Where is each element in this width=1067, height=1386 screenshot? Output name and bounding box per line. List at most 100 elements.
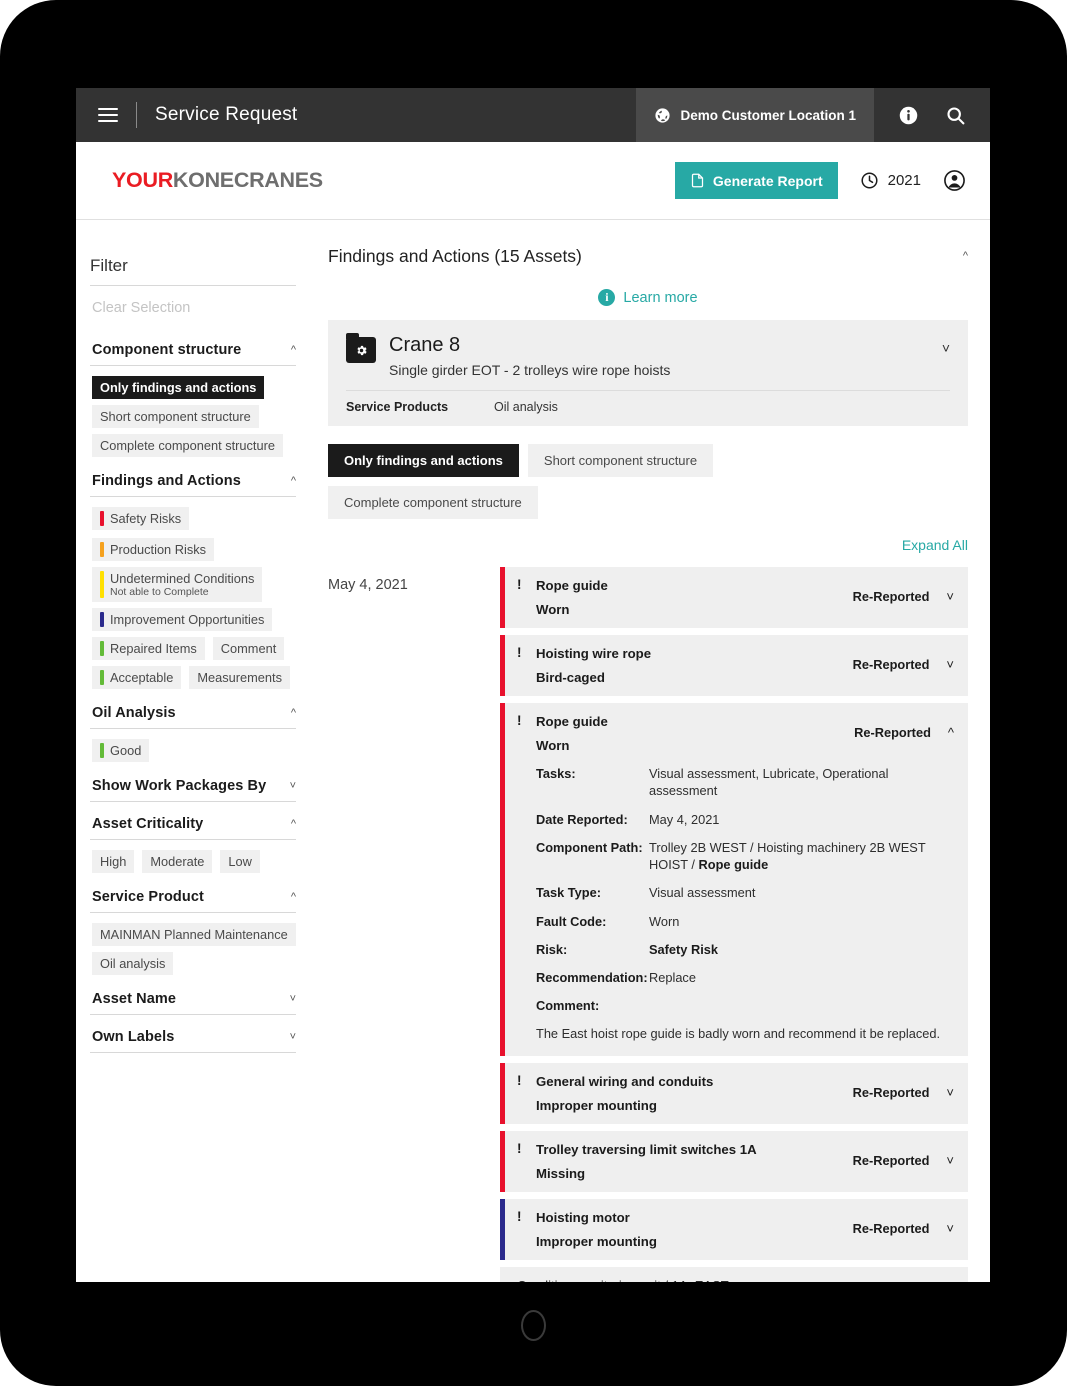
chevron-up-icon[interactable]: ^ <box>291 707 296 719</box>
filter-section-asset-name[interactable]: Asset Name ˅ <box>90 977 314 1014</box>
page-title: Service Request <box>155 104 298 125</box>
chevron-down-icon[interactable]: ˅ <box>946 1221 954 1236</box>
top-bar-icons <box>874 88 990 142</box>
filter-chip[interactable]: Improvement Opportunities <box>92 608 273 631</box>
filter-chip-label: Complete component structure <box>100 438 275 453</box>
finding-detail-key: Component Path: <box>536 839 643 855</box>
chevron-up-icon[interactable]: ^ <box>291 344 296 356</box>
filter-chip[interactable]: Oil analysis <box>92 952 174 975</box>
finding-reported-status: Re-Reported <box>852 589 930 604</box>
finding-texts: ! Hoisting wire rope Bird-caged <box>517 646 853 685</box>
chip-color-bar <box>100 571 104 598</box>
search-icon[interactable] <box>945 105 966 126</box>
finding-card[interactable]: ! Hoisting wire rope Bird-caged Re-Reported… <box>500 635 968 696</box>
clear-selection-button[interactable]: Clear Selection <box>90 286 314 328</box>
chevron-up-icon[interactable]: ^ <box>291 891 296 903</box>
chevron-down-icon[interactable]: ˅ <box>946 1153 954 1168</box>
expand-all-link[interactable]: Expand All <box>902 537 968 553</box>
tab-label: Complete component structure <box>344 495 522 510</box>
filter-chip[interactable]: Production Risks <box>92 538 215 561</box>
chevron-down-icon[interactable]: ˅ <box>290 993 296 1005</box>
chevron-down-icon[interactable]: ˅ <box>290 1031 296 1043</box>
home-button[interactable] <box>521 1310 546 1341</box>
finding-status: Improper mounting <box>536 1097 657 1113</box>
tab-2[interactable]: Short component structure <box>527 444 714 477</box>
filter-chips-oil-analysis: Good <box>90 729 314 764</box>
filter-section-findings-and-actions[interactable]: Findings and Actions ^ <box>90 459 314 496</box>
finding-card-main: Condition monitoring unit / 1A. EASTMeas… <box>517 1278 954 1282</box>
asset-card-rule <box>346 390 950 391</box>
top-bar-divider <box>136 102 137 128</box>
filter-chip[interactable]: Repaired Items <box>92 637 205 660</box>
tab-1[interactable]: Only findings and actions <box>328 444 519 477</box>
filter-chip[interactable]: Low <box>220 850 260 873</box>
finding-title: General wiring and conduits <box>536 1073 714 1089</box>
filter-section-component-structure[interactable]: Component structure ^ <box>90 328 314 365</box>
filter-chip[interactable]: Acceptable <box>92 666 182 689</box>
tab-3[interactable]: Complete component structure <box>328 486 538 519</box>
detail-value-text: Trolley 2B WEST / Hoisting machinery 2B … <box>649 839 926 873</box>
finding-title: Condition monitoring unit / 1A. EAST <box>517 1278 729 1282</box>
filter-chip[interactable]: Comment <box>212 637 285 660</box>
filter-section-own-labels[interactable]: Own Labels ˅ <box>90 1015 314 1052</box>
generate-report-label: Generate Report <box>712 172 823 189</box>
findings-header[interactable]: Findings and Actions (15 Assets) ^ <box>328 246 968 267</box>
finding-reported-status: Re-Reported <box>854 725 931 740</box>
filter-chip-label: High <box>100 854 127 869</box>
filter-chip[interactable]: High <box>92 850 135 873</box>
finding-actions: Re-Reported ˅ <box>853 1142 954 1168</box>
filter-section-show-work-packages-by[interactable]: Show Work Packages By ˅ <box>90 764 314 801</box>
filter-chip[interactable]: Safety Risks <box>92 507 190 530</box>
chevron-up-icon[interactable]: ^ <box>963 251 968 262</box>
finding-date <box>328 1267 500 1282</box>
chevron-down-icon[interactable]: ˅ <box>946 657 954 672</box>
filter-chip[interactable]: Only findings and actions <box>92 376 265 399</box>
finding-card[interactable]: ! General wiring and conduits Improper mou… <box>500 1062 968 1124</box>
top-app-bar: Service Request Demo Customer Location 1 <box>76 88 990 142</box>
filter-section-service-product[interactable]: Service Product ^ <box>90 875 314 912</box>
location-selector[interactable]: Demo Customer Location 1 <box>636 88 874 142</box>
finding-card[interactable]: Condition monitoring unit / 1A. EASTMeas… <box>500 1266 968 1282</box>
filter-chip[interactable]: Complete component structure <box>92 434 283 457</box>
finding-detail-row: Component Path: Trolley 2B WEST / Hoistin… <box>536 839 954 874</box>
chevron-down-icon[interactable]: ˅ <box>946 589 954 604</box>
finding-date <box>328 635 500 696</box>
filter-chip[interactable]: Short component structure <box>92 405 259 428</box>
filter-chip[interactable]: Undetermined Conditions Not able to Compl… <box>92 567 263 602</box>
chevron-down-icon[interactable]: ˅ <box>946 1085 954 1100</box>
finding-title: Trolley traversing limit switches 1A <box>536 1141 757 1157</box>
filter-chip[interactable]: MAINMAN Planned Maintenance <box>92 923 296 946</box>
learn-more-link[interactable]: Learn more <box>623 290 697 306</box>
chip-color-bar <box>100 511 104 526</box>
finding-texts: ! Hoisting motor Improper mounting <box>517 1209 853 1248</box>
finding-detail-row: Risk: Safety Risk <box>536 941 954 958</box>
chevron-down-icon[interactable]: ˅ <box>942 334 950 356</box>
asset-name: Crane 8 <box>389 334 461 356</box>
filter-chip[interactable]: Measurements <box>189 666 290 689</box>
filter-chip[interactable]: Moderate <box>142 850 213 873</box>
finding-reported-status: Re-Reported <box>852 1152 930 1168</box>
filter-chip[interactable]: Good <box>92 739 150 762</box>
finding-date <box>328 1131 500 1192</box>
info-icon[interactable] <box>898 105 919 126</box>
finding-card[interactable]: ! Trolley traversing limit switches 1A Mis… <box>500 1130 968 1192</box>
finding-detail-key: Date Reported: <box>536 811 628 827</box>
chevron-up-icon[interactable]: ^ <box>291 818 296 830</box>
generate-report-button[interactable]: Generate Report <box>674 162 838 199</box>
chevron-down-icon[interactable]: ˅ <box>290 780 296 792</box>
chevron-up-icon[interactable]: ^ <box>948 725 954 740</box>
account-icon[interactable] <box>943 169 966 192</box>
finding-card[interactable]: ! Rope guide Worn Re-Reported ˅ <box>500 567 968 628</box>
finding-detail-value: Worn <box>649 913 680 929</box>
filter-section-label: Asset Criticality <box>92 816 204 832</box>
filter-section-asset-criticality[interactable]: Asset Criticality ^ <box>90 802 314 839</box>
finding-card[interactable]: ! Hoisting motor Improper mounting Re-Repor… <box>500 1198 968 1260</box>
filter-section-oil-analysis[interactable]: Oil Analysis ^ <box>90 691 314 728</box>
year-selector[interactable]: 2021 <box>860 171 921 190</box>
chevron-up-icon[interactable]: ^ <box>291 475 296 487</box>
filter-chip-rows: MAINMAN Planned Maintenance Oil analysis <box>92 923 314 975</box>
finding-card[interactable]: ! Rope guide Worn Re-Reported ^ Tasks: Visual … <box>500 703 968 1056</box>
finding-detail-row: Recommendation: Replace <box>536 969 954 986</box>
hamburger-icon[interactable] <box>98 108 118 122</box>
finding-date: May 4, 2021 <box>328 577 408 593</box>
